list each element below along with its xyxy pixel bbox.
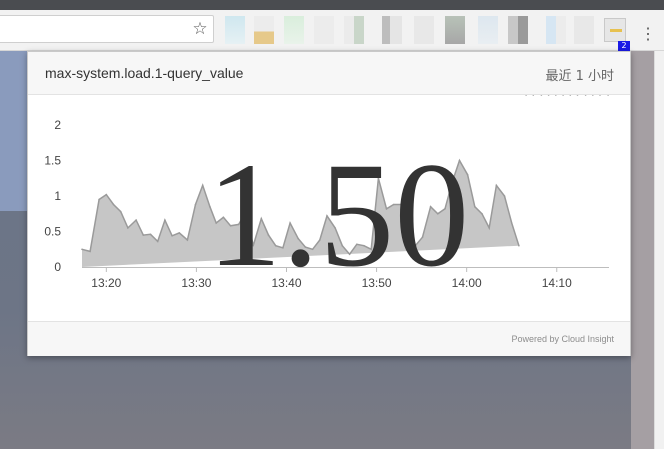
data-point — [186, 239, 189, 241]
browser-toolbar: ☆ 2 ⋮ — [0, 10, 664, 51]
extension-icon[interactable] — [478, 16, 498, 44]
data-point — [488, 227, 491, 229]
chart-area: 0 0.5 1 1.5 2 13:20 13:30 13:40 13:50 14:00 14:10 1… — [28, 94, 630, 321]
data-point — [481, 213, 483, 215]
data-point — [510, 222, 513, 224]
data-point — [142, 234, 145, 236]
scrollbar[interactable] — [654, 51, 664, 449]
data-point — [540, 94, 543, 96]
data-point — [599, 94, 601, 96]
y-tick-label: 1 — [54, 189, 61, 203]
data-point — [194, 203, 197, 206]
data-point — [81, 248, 83, 251]
data-point — [105, 193, 108, 196]
y-tick-label: 2 — [54, 118, 61, 132]
data-point — [474, 205, 476, 208]
data-point — [112, 203, 115, 206]
data-point — [607, 94, 609, 96]
data-point — [584, 94, 587, 96]
data-point — [201, 184, 204, 187]
time-range-label[interactable]: 最近 1 小时 — [545, 65, 614, 84]
data-point — [592, 94, 594, 96]
page-side-panel — [631, 51, 654, 449]
extension-icon[interactable] — [314, 16, 334, 44]
data-point — [98, 198, 100, 201]
data-point — [525, 94, 527, 96]
data-point — [562, 94, 564, 96]
more-vert-icon[interactable]: ⋮ — [640, 23, 656, 47]
extension-icon[interactable] — [445, 16, 465, 44]
popup-footer: Powered by Cloud Insight — [28, 321, 630, 356]
extension-badge: 2 — [618, 41, 630, 51]
window-titlebar — [0, 0, 664, 10]
data-point — [149, 233, 152, 236]
cloud-insight-extension-icon[interactable] — [604, 18, 626, 42]
load-chart: 00.511.5213:20 13:30 13:40 13:50 14:00 14:101… — [44, 94, 609, 298]
data-point — [532, 94, 535, 96]
data-point — [495, 184, 498, 187]
data-point — [547, 94, 550, 96]
metric-title: max-system.load.1-query_value — [45, 65, 244, 81]
data-point — [164, 219, 166, 221]
extension-icon[interactable] — [382, 16, 402, 44]
powered-by-text: Powered by Cloud Insight — [511, 334, 614, 344]
address-bar[interactable] — [0, 15, 214, 43]
extension-icon[interactable] — [414, 16, 434, 44]
data-point — [135, 219, 137, 221]
extension-icon[interactable] — [254, 16, 274, 44]
extension-icon[interactable] — [284, 16, 304, 44]
extension-icon[interactable] — [546, 16, 566, 44]
data-point — [518, 244, 520, 247]
popup-header: max-system.load.1-query_value 最近 1 小时 — [28, 52, 630, 95]
extension-popup: max-system.load.1-query_value 最近 1 小时 0 0… — [27, 51, 631, 356]
data-point — [569, 94, 572, 96]
data-point — [89, 250, 91, 253]
data-point — [178, 232, 181, 234]
extension-icon[interactable] — [574, 16, 594, 44]
y-tick-label: 0.5 — [44, 225, 61, 239]
data-point — [555, 94, 557, 96]
data-point — [171, 235, 173, 237]
extension-icon[interactable] — [225, 16, 245, 44]
extension-icon[interactable] — [508, 16, 528, 44]
data-point — [576, 94, 579, 96]
x-tick-label: 13:20 — [91, 276, 121, 290]
star-icon[interactable]: ☆ — [190, 19, 210, 39]
query-value: 1.50 — [207, 132, 470, 298]
y-tick-label: 0 — [54, 260, 61, 274]
data-point — [119, 210, 122, 213]
extension-icon[interactable] — [344, 16, 364, 44]
y-tick-label: 1.5 — [44, 154, 61, 168]
data-point — [127, 227, 129, 229]
data-point — [503, 195, 506, 197]
x-tick-label: 14:10 — [542, 276, 572, 290]
data-point — [156, 240, 159, 243]
